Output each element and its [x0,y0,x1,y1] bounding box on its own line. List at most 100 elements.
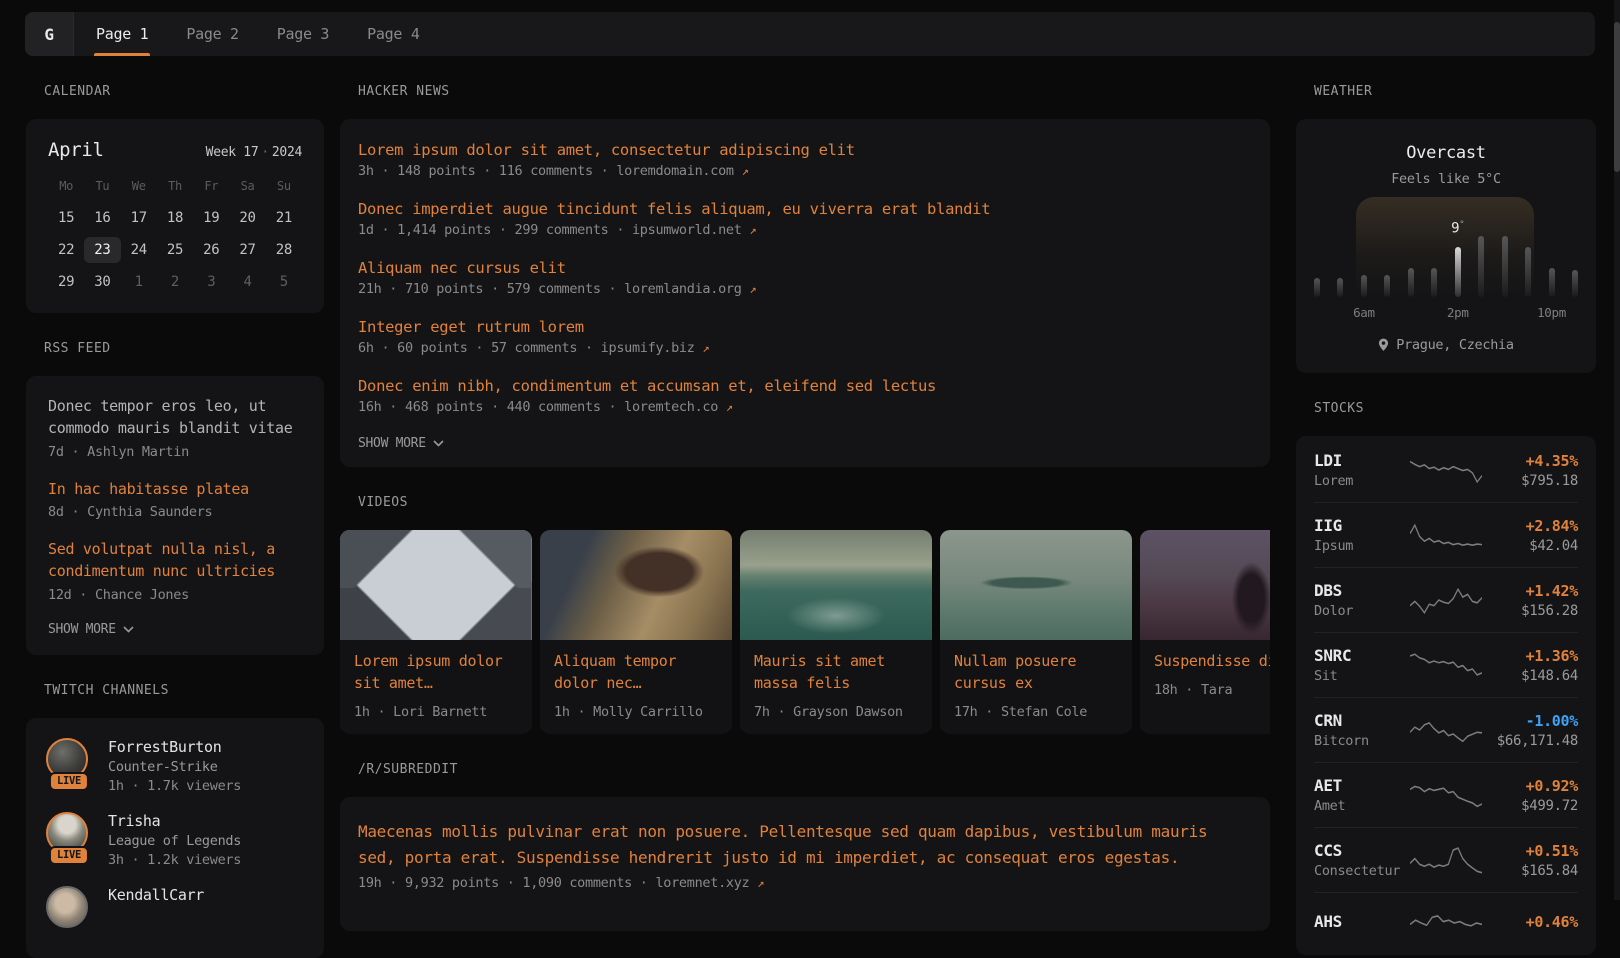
page-scrollbar-thumb[interactable] [1614,22,1620,172]
hackernews-item-title[interactable]: Donec imperdiet augue tincidunt felis al… [358,200,1252,218]
video-title: Aliquam tempor dolor nec pharetra… [554,651,718,695]
video-title: Nullam posuere cursus ex [954,651,1118,695]
stock-price: $499.72 [1482,798,1578,814]
hackernews-item-title[interactable]: Donec enim nibh, condimentum et accumsan… [358,377,1252,395]
rss-show-more-button[interactable]: SHOW MORE [48,622,302,637]
weather-bar [1314,278,1320,297]
twitch-channel-row[interactable]: LIVE Trisha League of Legends 3h · 1.2k … [46,812,304,868]
stock-sparkline [1410,583,1482,617]
stock-row[interactable]: AET Amet +0.92% $499.72 [1314,762,1578,827]
hackernews-widget: Lorem ipsum dolor sit amet, consectetur … [340,119,1270,467]
hackernews-item: Donec enim nibh, condimentum et accumsan… [358,377,1252,415]
video-thumbnail [340,530,532,640]
video-card[interactable]: Lorem ipsum dolor sit amet consectetu… 1… [340,530,532,734]
meta-text[interactable]: 3h · 148 points · 116 comments · loremdo… [358,163,734,179]
video-title: Mauris sit amet massa felis [754,651,918,695]
hackernews-item-title[interactable]: Aliquam nec cursus elit [358,259,1252,277]
stock-name: Dolor [1314,603,1410,619]
stock-row[interactable]: IIG Ipsum +2.84% $42.04 [1314,502,1578,567]
calendar-grid: MoTuWeThFrSaSu15161718192021222324252627… [48,179,302,295]
stocks-widget: LDI Lorem +4.35% $795.18 IIG Ipsum +2.84… [1296,436,1596,955]
weather-bar [1525,247,1531,297]
calendar-year: 2024 [272,145,302,160]
twitch-channel-name: KendallCarr [108,886,204,904]
weather-bar [1431,268,1437,297]
stock-row[interactable]: CCS Consectetur +0.51% $165.84 [1314,827,1578,892]
stock-price: $42.04 [1482,538,1578,554]
stock-change: +0.51% [1482,842,1578,860]
stock-change: +1.36% [1482,647,1578,665]
stock-id: CRN Bitcorn [1314,711,1410,749]
reddit-post-title[interactable]: Maecenas mollis pulvinar erat non posuer… [358,819,1252,872]
rss-item-title[interactable]: In hac habitasse platea [48,479,302,501]
twitch-avatar-wrap [46,886,92,932]
stock-change: +0.46% [1482,913,1578,931]
stock-symbol: DBS [1314,581,1410,600]
stock-change: +1.42% [1482,582,1578,600]
reddit-section-label: /R/SUBREDDIT [340,762,1270,777]
calendar-day-header: Tu [84,179,120,199]
hackernews-show-more-button[interactable]: SHOW MORE [358,436,1252,451]
video-card-body: Nullam posuere cursus ex 17h · Stefan Co… [940,640,1132,734]
hackernews-section-label: HACKER NEWS [340,84,1270,99]
meta-text[interactable]: 1d · 1,414 points · 299 comments · ipsum… [358,222,742,238]
stock-values: +4.35% $795.18 [1482,452,1578,489]
weather-location-text: Prague, Czechia [1396,337,1513,353]
stock-row[interactable]: CRN Bitcorn -1.00% $66,171.48 [1314,697,1578,762]
twitch-channel-row[interactable]: KendallCarr [46,886,304,932]
stock-row[interactable]: AHS +0.46% [1314,892,1578,953]
video-meta: 1h · Lori Barnett [354,704,518,720]
hackernews-item: Aliquam nec cursus elit 21h · 710 points… [358,259,1252,297]
tab-page-4[interactable]: Page 4 [367,12,419,56]
stock-id: SNRC Sit [1314,646,1410,684]
video-card[interactable]: Nullam posuere cursus ex 17h · Stefan Co… [940,530,1132,734]
meta-text[interactable]: 21h · 710 points · 579 comments · loreml… [358,281,742,297]
calendar-day: 20 [229,205,265,231]
calendar-day: 26 [193,237,229,263]
stock-symbol: IIG [1314,516,1410,535]
twitch-channel-name: Trisha [108,812,241,830]
twitch-channel-row[interactable]: LIVE ForrestBurton Counter-Strike 1h · 1… [46,738,304,794]
stock-row[interactable]: SNRC Sit +1.36% $148.64 [1314,632,1578,697]
stock-row[interactable]: LDI Lorem +4.35% $795.18 [1314,438,1578,502]
calendar-day: 25 [157,237,193,263]
stock-row[interactable]: DBS Dolor +1.42% $156.28 [1314,567,1578,632]
meta-text[interactable]: 19h · 9,932 points · 1,090 comments · lo… [358,875,749,891]
calendar-day-selected: 23 [84,237,120,263]
weather-bar [1549,268,1555,297]
hackernews-item-title[interactable]: Integer eget rutrum lorem [358,318,1252,336]
rss-item-meta: 7d · Ashlyn Martin [48,444,302,460]
stock-symbol: SNRC [1314,646,1410,665]
stock-change: +2.84% [1482,517,1578,535]
video-thumbnail [940,530,1132,640]
hackernews-item-title[interactable]: Lorem ipsum dolor sit amet, consectetur … [358,141,1252,159]
twitch-channel-viewers: 1h · 1.7k viewers [108,778,241,794]
stock-change: +0.92% [1482,777,1578,795]
calendar-header: April Week 17·2024 [48,139,302,161]
tab-page-1[interactable]: Page 1 [96,12,148,56]
tab-page-2[interactable]: Page 2 [186,12,238,56]
video-card[interactable]: Aliquam tempor dolor nec pharetra… 1h · … [540,530,732,734]
app-logo[interactable]: G [25,12,73,56]
chevron-down-icon [433,440,444,447]
video-thumbnail [740,530,932,640]
calendar-section-label: CALENDAR [26,84,324,99]
stock-sparkline [1410,648,1482,682]
meta-text[interactable]: 6h · 60 points · 57 comments · ipsumify.… [358,340,695,356]
calendar-day: 24 [121,237,157,263]
page-scrollbar-track [1614,0,1620,900]
rss-item-title[interactable]: Donec tempor eros leo, ut commodo mauris… [48,396,302,440]
calendar-day: 2 [157,269,193,295]
video-card[interactable]: Suspendisse diam 18h · Tara [1140,530,1270,734]
show-more-label: SHOW MORE [358,436,426,451]
calendar-day: 16 [84,205,120,231]
videos-carousel: Lorem ipsum dolor sit amet consectetu… 1… [340,530,1270,734]
calendar-day-header: Sa [229,179,265,199]
video-card-body: Lorem ipsum dolor sit amet consectetu… 1… [340,640,532,734]
tab-page-3[interactable]: Page 3 [277,12,329,56]
rss-item-title[interactable]: Sed volutpat nulla nisl, a condimentum n… [48,539,302,583]
meta-text[interactable]: 16h · 468 points · 440 comments · loremt… [358,399,718,415]
video-card[interactable]: Mauris sit amet massa felis 7h · Grayson… [740,530,932,734]
stock-sparkline [1410,713,1482,747]
video-card-body: Mauris sit amet massa felis 7h · Grayson… [740,640,932,734]
